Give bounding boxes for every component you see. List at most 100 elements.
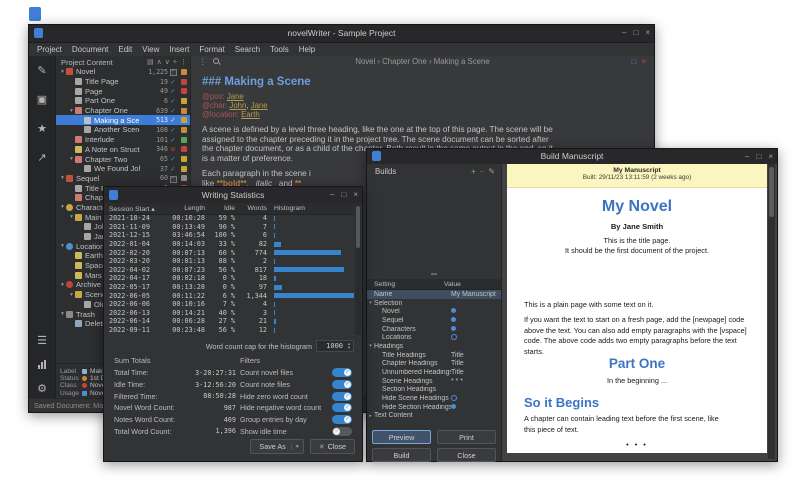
menu-help[interactable]: Help: [294, 43, 320, 56]
toggle-count-novel-files[interactable]: ✓: [332, 368, 352, 377]
tree-item-chapter-two[interactable]: ▾Chapter Two65✓: [56, 154, 190, 164]
setting-hide-scene-headings[interactable]: Hide Scene Headings: [367, 394, 501, 403]
setting-name[interactable]: NameMy Manuscript: [367, 290, 501, 299]
toggle-hide-negative-word-count[interactable]: ✓: [332, 403, 352, 412]
stats-row-2022-06-13[interactable]: 2022-06-1300:14:2140 %3: [104, 309, 354, 318]
tree-item-making-a-scene[interactable]: Making a Scene513✓: [56, 115, 190, 125]
tree-item-a-note-on-structure[interactable]: A Note on Structure346⊘: [56, 145, 190, 155]
menu-document[interactable]: Document: [67, 43, 113, 56]
menu-search[interactable]: Search: [230, 43, 265, 56]
stats-row-2022-09-11[interactable]: 2022-09-1100:23:4856 %12: [104, 326, 354, 335]
preview-button[interactable]: Preview: [372, 430, 431, 444]
stats-row-2022-03-20[interactable]: 2022-03-2000:01:1388 %2: [104, 257, 354, 266]
stats-row-2022-06-14[interactable]: 2022-06-1400:06:2827 %21: [104, 317, 354, 326]
tree-item-page[interactable]: Page49✓: [56, 86, 190, 96]
toggle-group-entries-by-day[interactable]: ✓: [332, 415, 352, 424]
move-up-icon[interactable]: ∧: [157, 58, 162, 67]
build-button[interactable]: Build: [372, 448, 431, 462]
tree-item-title-page[interactable]: Title Page19✓: [56, 77, 190, 87]
new-document-icon[interactable]: ✎: [29, 56, 55, 85]
setting-unnumbered-headings[interactable]: Unnumbered HeadingsTitle: [367, 368, 501, 377]
stats-row-2021-10-24[interactable]: 2021-10-2400:10:2859 %4: [104, 214, 354, 223]
tree-item-sequel[interactable]: ▾Sequel60–: [56, 174, 190, 184]
menu-tools[interactable]: Tools: [265, 43, 294, 56]
tree-menu-icon[interactable]: ⋮: [180, 58, 187, 67]
outline-list-icon[interactable]: ☰: [29, 328, 55, 352]
stats-row-2022-06-06[interactable]: 2022-06-0600:10:167 %4: [104, 300, 354, 309]
close-build-button[interactable]: Close: [437, 448, 496, 462]
maximize-button[interactable]: □: [756, 149, 761, 165]
setting-chapter-headings[interactable]: Chapter HeadingsTitle: [367, 360, 501, 369]
remove-build-icon[interactable]: −: [480, 167, 485, 177]
tag-value[interactable]: Jane: [227, 92, 244, 101]
setting-hide-section-headings[interactable]: Hide Section Headings: [367, 403, 501, 412]
close-document-icon[interactable]: ×: [641, 57, 646, 66]
minimize-button[interactable]: –: [622, 25, 626, 41]
project-view-icon[interactable]: ▣: [29, 85, 55, 114]
setting-section-headings[interactable]: Section Headings: [367, 386, 501, 395]
main-titlebar[interactable]: novelWriter - Sample Project –□×: [29, 25, 654, 43]
column-words[interactable]: Words: [235, 205, 267, 212]
maximize-button[interactable]: □: [633, 25, 638, 41]
stats-row-2022-04-17[interactable]: 2022-04-1700:02:180 %18: [104, 274, 354, 283]
menu-format[interactable]: Format: [194, 43, 229, 56]
writing-stats-icon[interactable]: [29, 352, 55, 376]
minimize-button[interactable]: –: [330, 187, 334, 203]
tag-value[interactable]: John: [229, 101, 246, 110]
preview-scrollbar-handle[interactable]: [769, 167, 774, 217]
edit-build-icon[interactable]: ✎: [488, 167, 495, 177]
tag-value[interactable]: Jane: [251, 101, 268, 110]
column-session-start[interactable]: Session Start ▴: [104, 205, 165, 213]
add-item-icon[interactable]: +: [173, 58, 177, 67]
setting-selection[interactable]: ▾Selection: [367, 299, 501, 308]
tree-item-interlude[interactable]: Interlude101✓: [56, 135, 190, 145]
manuscript-build-icon[interactable]: ↗: [29, 143, 55, 172]
toggle-hide-zero-word-count[interactable]: ✓: [332, 392, 352, 401]
preview-scrollbar[interactable]: [768, 164, 775, 459]
menu-insert[interactable]: Insert: [164, 43, 194, 56]
menu-view[interactable]: View: [137, 43, 164, 56]
stats-row-2022-05-17[interactable]: 2022-05-1700:13:280 %97: [104, 283, 354, 292]
tree-item-chapter-one[interactable]: ▾Chapter One639✓: [56, 106, 190, 116]
setting-sequel[interactable]: Sequel: [367, 316, 501, 325]
stats-row-2022-02-20[interactable]: 2022-02-2000:07:1360 %774: [104, 248, 354, 257]
tree-item-another-scene[interactable]: Another Scene108✓: [56, 125, 190, 135]
spinner-arrows-icon[interactable]: ▲▼: [345, 342, 353, 350]
close-stats-button[interactable]: ✕ Close: [310, 439, 355, 454]
splitter-handle[interactable]: ▬: [367, 271, 501, 277]
setting-locations[interactable]: Locations: [367, 333, 501, 342]
stats-scrollbar[interactable]: [355, 203, 361, 335]
print-button[interactable]: Print: [437, 430, 496, 444]
setting-scene-headings[interactable]: Scene Headings* * *: [367, 377, 501, 386]
setting-title-headings[interactable]: Title HeadingsTitle: [367, 351, 501, 360]
tree-item-we-found-john[interactable]: We Found John!37✓: [56, 164, 190, 174]
add-build-icon[interactable]: +: [471, 167, 476, 177]
quick-link-icon[interactable]: ▤: [147, 58, 154, 67]
stats-row-2021-12-15[interactable]: 2021-12-1503:46:54100 %6: [104, 231, 354, 240]
stats-row-2022-06-05[interactable]: 2022-06-0500:11:226 %1,344: [104, 291, 354, 300]
menu-edit[interactable]: Edit: [113, 43, 137, 56]
setting-text-content[interactable]: ▸Text Content: [367, 412, 501, 421]
stats-titlebar[interactable]: Writing Statistics –□×: [104, 187, 362, 204]
tree-item-novel[interactable]: ▾Novel1,225–: [56, 67, 190, 77]
build-titlebar[interactable]: Build Manuscript –□×: [367, 149, 777, 165]
novel-view-icon[interactable]: ★: [29, 114, 55, 143]
save-as-button[interactable]: Save As ▼: [250, 439, 303, 454]
menu-project[interactable]: Project: [32, 43, 67, 56]
column-length[interactable]: Length: [165, 205, 205, 212]
tree-item-part-one[interactable]: Part One6✓: [56, 96, 190, 106]
toggle-show-idle-time[interactable]: ○: [332, 427, 352, 436]
column-idle[interactable]: Idle: [205, 205, 235, 212]
stats-row-2022-04-02[interactable]: 2022-04-0200:07:2356 %817: [104, 266, 354, 275]
histogram-cap-spinner[interactable]: 1000 ▲▼: [316, 340, 354, 352]
maximize-editor-icon[interactable]: □: [632, 57, 637, 66]
settings-gear-icon[interactable]: ⚙: [29, 376, 55, 400]
toggle-count-note-files[interactable]: ✓: [332, 380, 352, 389]
minimize-button[interactable]: –: [745, 149, 749, 165]
stats-scrollbar-handle[interactable]: [356, 206, 360, 248]
setting-characters[interactable]: Characters: [367, 325, 501, 334]
setting-headings[interactable]: ▾Headings: [367, 342, 501, 351]
save-as-dropdown-icon[interactable]: ▼: [291, 444, 300, 450]
tag-value[interactable]: Earth: [241, 110, 260, 119]
close-button[interactable]: ×: [645, 25, 650, 41]
